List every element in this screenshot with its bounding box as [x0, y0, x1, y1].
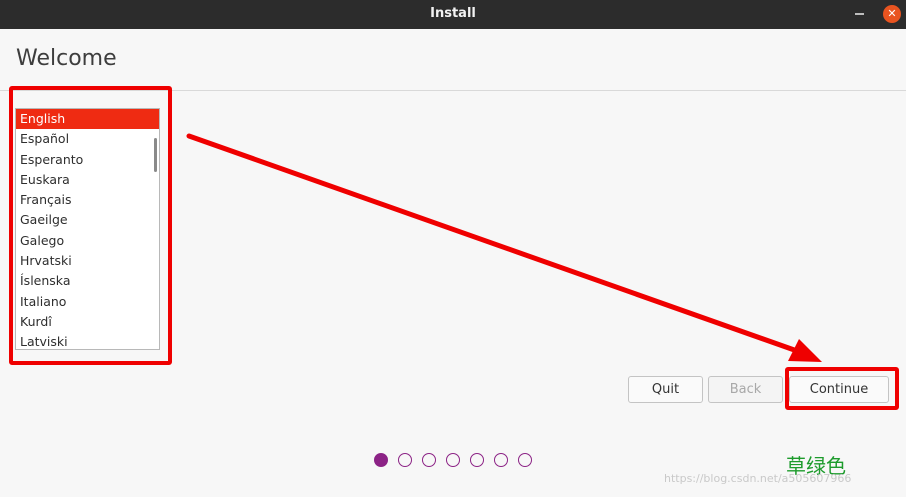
progress-dot [446, 453, 460, 467]
progress-dot [518, 453, 532, 467]
progress-dot [494, 453, 508, 467]
page-title: Welcome [16, 46, 117, 71]
annotation-arrow-shaft [186, 133, 803, 355]
watermark-url: https://blog.csdn.net/a505607966 [664, 472, 852, 485]
annotation-arrow-head [788, 339, 822, 362]
progress-dots [374, 453, 532, 469]
progress-dot [422, 453, 436, 467]
minimize-icon[interactable] [855, 13, 864, 15]
window-title: Install [430, 6, 476, 21]
close-icon[interactable]: ✕ [883, 5, 901, 23]
progress-dot [398, 453, 412, 467]
continue-button-highlight [785, 367, 899, 410]
progress-dot [470, 453, 484, 467]
quit-button[interactable]: Quit [628, 376, 703, 403]
window-titlebar: Install ✕ [0, 0, 906, 29]
back-button[interactable]: Back [708, 376, 783, 403]
language-list-highlight [9, 86, 172, 365]
progress-dot [374, 453, 388, 467]
